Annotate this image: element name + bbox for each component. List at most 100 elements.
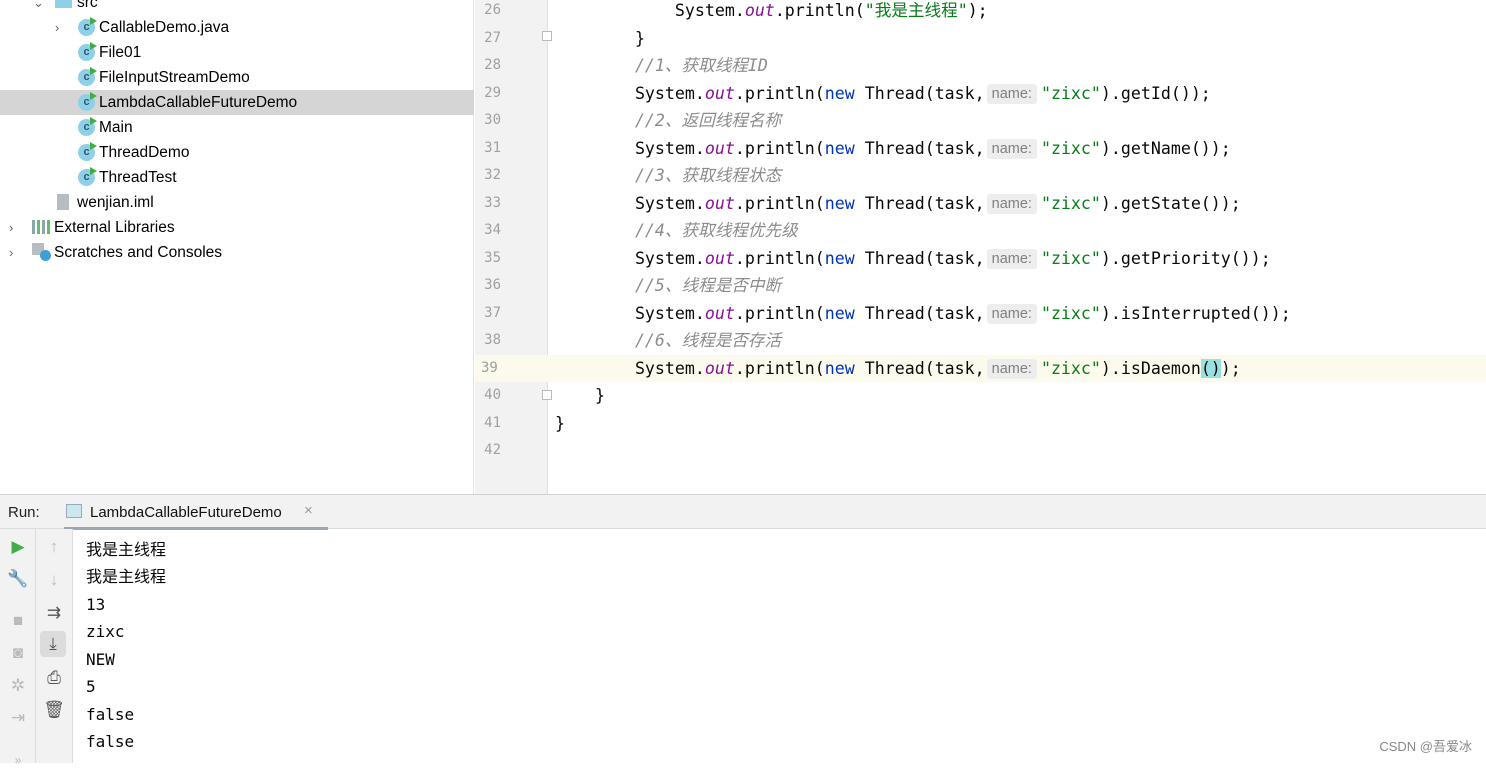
- tree-item-external-libraries[interactable]: › External Libraries: [0, 215, 474, 240]
- tree-item[interactable]: c FileInputStreamDemo: [0, 65, 474, 90]
- fold-marker-icon[interactable]: [542, 390, 552, 400]
- tree-item[interactable]: c ThreadDemo: [0, 140, 474, 165]
- code-line[interactable]: System.out.println("我是主线程");: [548, 0, 1486, 25]
- chevron-right-icon[interactable]: ›: [55, 15, 59, 40]
- folder-icon: [55, 0, 72, 8]
- code-token: .println(: [734, 303, 825, 323]
- code-line[interactable]: System.out.println(new Thread(task, name:…: [548, 190, 1486, 218]
- soft-wrap-icon[interactable]: ⇉: [41, 600, 67, 626]
- line-number: 29: [484, 84, 501, 101]
- code-token: //4、获取线程优先级: [634, 221, 798, 240]
- line-number: 38: [484, 332, 501, 348]
- tree-item[interactable]: c ThreadTest: [0, 165, 474, 190]
- code-line[interactable]: System.out.println(new Thread(task, name:…: [548, 245, 1486, 273]
- code-token: Thread(task,: [854, 358, 985, 378]
- code-token: System.: [634, 83, 705, 103]
- chevron-down-icon[interactable]: ⌄: [33, 0, 44, 15]
- code-token: System.: [634, 193, 705, 213]
- stop-icon[interactable]: ■: [5, 608, 31, 634]
- code-token: new: [824, 248, 855, 268]
- tree-item-label: ThreadDemo: [99, 144, 190, 161]
- code-line[interactable]: //2、返回线程名称: [548, 107, 1486, 135]
- line-number: 26: [484, 2, 501, 18]
- console-line: 我是主线程: [86, 567, 167, 586]
- console-toolbar: ↑ ↓ ⇉ ⤓ ⎙ 🗑: [36, 529, 73, 763]
- debug-icon[interactable]: ✲: [5, 673, 31, 699]
- code-token: out: [704, 193, 735, 213]
- rerun-icon[interactable]: ▶: [5, 534, 31, 560]
- console-line: 5: [86, 677, 96, 696]
- code-line[interactable]: //6、线程是否存活: [548, 327, 1486, 355]
- code-token: .println(: [734, 193, 825, 213]
- tree-item[interactable]: c Main: [0, 115, 474, 140]
- code-line[interactable]: System.out.println(new Thread(task, name:…: [548, 300, 1486, 328]
- code-line[interactable]: }: [548, 25, 1486, 53]
- run-tab[interactable]: LambdaCallableFutureDemo ×: [64, 495, 330, 530]
- code-token: new: [824, 193, 855, 213]
- code-token: }: [594, 386, 605, 405]
- tree-item-label: FileInputStreamDemo: [99, 69, 250, 86]
- wrench-icon[interactable]: 🔧: [5, 566, 31, 592]
- tree-item-label: File01: [99, 44, 142, 61]
- run-tab-label: LambdaCallableFutureDemo: [90, 504, 282, 521]
- trash-icon[interactable]: 🗑: [41, 697, 67, 723]
- tree-item-iml[interactable]: wenjian.iml: [0, 190, 474, 215]
- code-token: System.: [634, 138, 705, 158]
- code-token: System.: [634, 358, 705, 378]
- code-line[interactable]: System.out.println(new Thread(task, name:…: [548, 354, 1486, 382]
- scroll-to-end-icon[interactable]: ⤓: [40, 631, 66, 657]
- arrow-up-icon[interactable]: ↑: [41, 534, 67, 560]
- code-token: System.: [634, 303, 705, 323]
- code-token: "我是主线程": [864, 1, 968, 20]
- print-icon[interactable]: ⎙: [41, 665, 67, 691]
- login-icon[interactable]: ⇥: [5, 705, 31, 731]
- code-token: }: [555, 413, 565, 433]
- camera-icon[interactable]: ◙: [5, 640, 31, 666]
- close-tab-icon[interactable]: ×: [304, 502, 313, 519]
- code-token: System.: [674, 1, 745, 20]
- code-token: out: [704, 248, 735, 268]
- library-icon: [32, 220, 50, 234]
- tree-item[interactable]: c File01: [0, 40, 474, 65]
- code-line[interactable]: //4、获取线程优先级: [548, 217, 1486, 245]
- code-line[interactable]: //5、线程是否中断: [548, 272, 1486, 300]
- console-line: false: [86, 704, 135, 724]
- tree-item[interactable]: › c CallableDemo.java: [0, 15, 474, 40]
- code-line[interactable]: }: [548, 410, 1486, 438]
- code-line[interactable]: }: [548, 382, 1486, 410]
- code-token: ).isDaemon: [1100, 358, 1201, 378]
- line-number: 39: [475, 354, 548, 382]
- iml-label: wenjian.iml: [77, 194, 154, 211]
- code-line[interactable]: System.out.println(new Thread(task, name:…: [548, 135, 1486, 163]
- code-token: out: [744, 1, 775, 20]
- console-line: NEW: [86, 649, 115, 669]
- code-line[interactable]: //1、获取线程ID: [548, 52, 1486, 80]
- code-token: //2、返回线程名称: [634, 111, 782, 130]
- chevron-right-icon[interactable]: ›: [9, 240, 13, 265]
- console-output[interactable]: 我是主线程我是主线程我是主线程13zixcNEW5falsefalse: [73, 529, 1486, 763]
- tree-folder-src[interactable]: ⌄ src: [0, 0, 474, 15]
- folder-label: src: [77, 0, 98, 11]
- code-token: ).getId());: [1100, 83, 1211, 103]
- line-number: 33: [484, 194, 501, 211]
- chevron-right-icon[interactable]: ›: [9, 215, 13, 240]
- code-line[interactable]: [548, 437, 1486, 465]
- fold-marker-icon[interactable]: [542, 31, 552, 41]
- arrow-down-icon[interactable]: ↓: [41, 567, 67, 593]
- class-icon: c: [78, 17, 97, 36]
- line-number: 36: [484, 277, 501, 293]
- code-token: ).getPriority());: [1100, 248, 1271, 268]
- tree-item[interactable]: c LambdaCallableFutureDemo: [0, 90, 474, 115]
- tree-item-scratches[interactable]: › Scratches and Consoles: [0, 240, 474, 265]
- code-token: "zixc": [1040, 193, 1101, 213]
- class-icon: c: [78, 42, 97, 61]
- code-token: );: [1220, 358, 1241, 378]
- code-token: }: [634, 28, 645, 48]
- code-line[interactable]: //3、获取线程状态: [548, 162, 1486, 190]
- more-icon[interactable]: »: [5, 747, 31, 773]
- code-line[interactable]: System.out.println(new Thread(task, name:…: [548, 80, 1486, 108]
- console-line: false: [86, 732, 135, 751]
